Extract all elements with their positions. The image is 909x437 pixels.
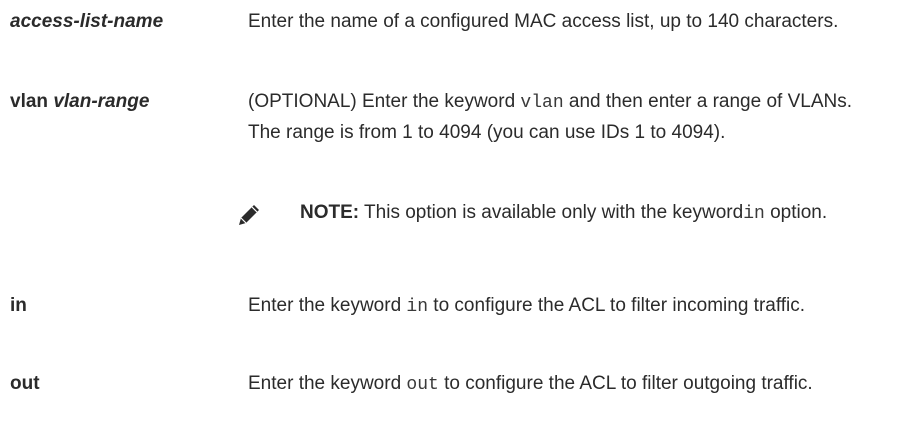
param-description: Enter the name of a configured MAC acces… xyxy=(248,11,839,32)
param-argument: vlan-range xyxy=(53,91,150,112)
param-description: Enter the keyword in to configure the AC… xyxy=(248,295,806,317)
param-term: access-list-name xyxy=(10,11,164,32)
note-text: NOTE: This option is available only with… xyxy=(300,202,828,224)
keyword-code: in xyxy=(743,204,765,224)
keyword-code: vlan xyxy=(520,93,564,113)
param-description: (OPTIONAL) Enter the keyword vlan and th… xyxy=(248,91,852,143)
note-label: NOTE: xyxy=(300,202,360,223)
param-term: out xyxy=(10,373,40,394)
keyword-code: in xyxy=(406,297,429,317)
param-term: vlan vlan-range xyxy=(10,87,240,117)
pencil-icon xyxy=(239,205,259,225)
keyword-code: out xyxy=(406,375,439,395)
param-description: Enter the keyword out to configure the A… xyxy=(248,373,813,395)
param-term: in xyxy=(10,295,27,316)
param-keyword: vlan xyxy=(10,91,49,112)
